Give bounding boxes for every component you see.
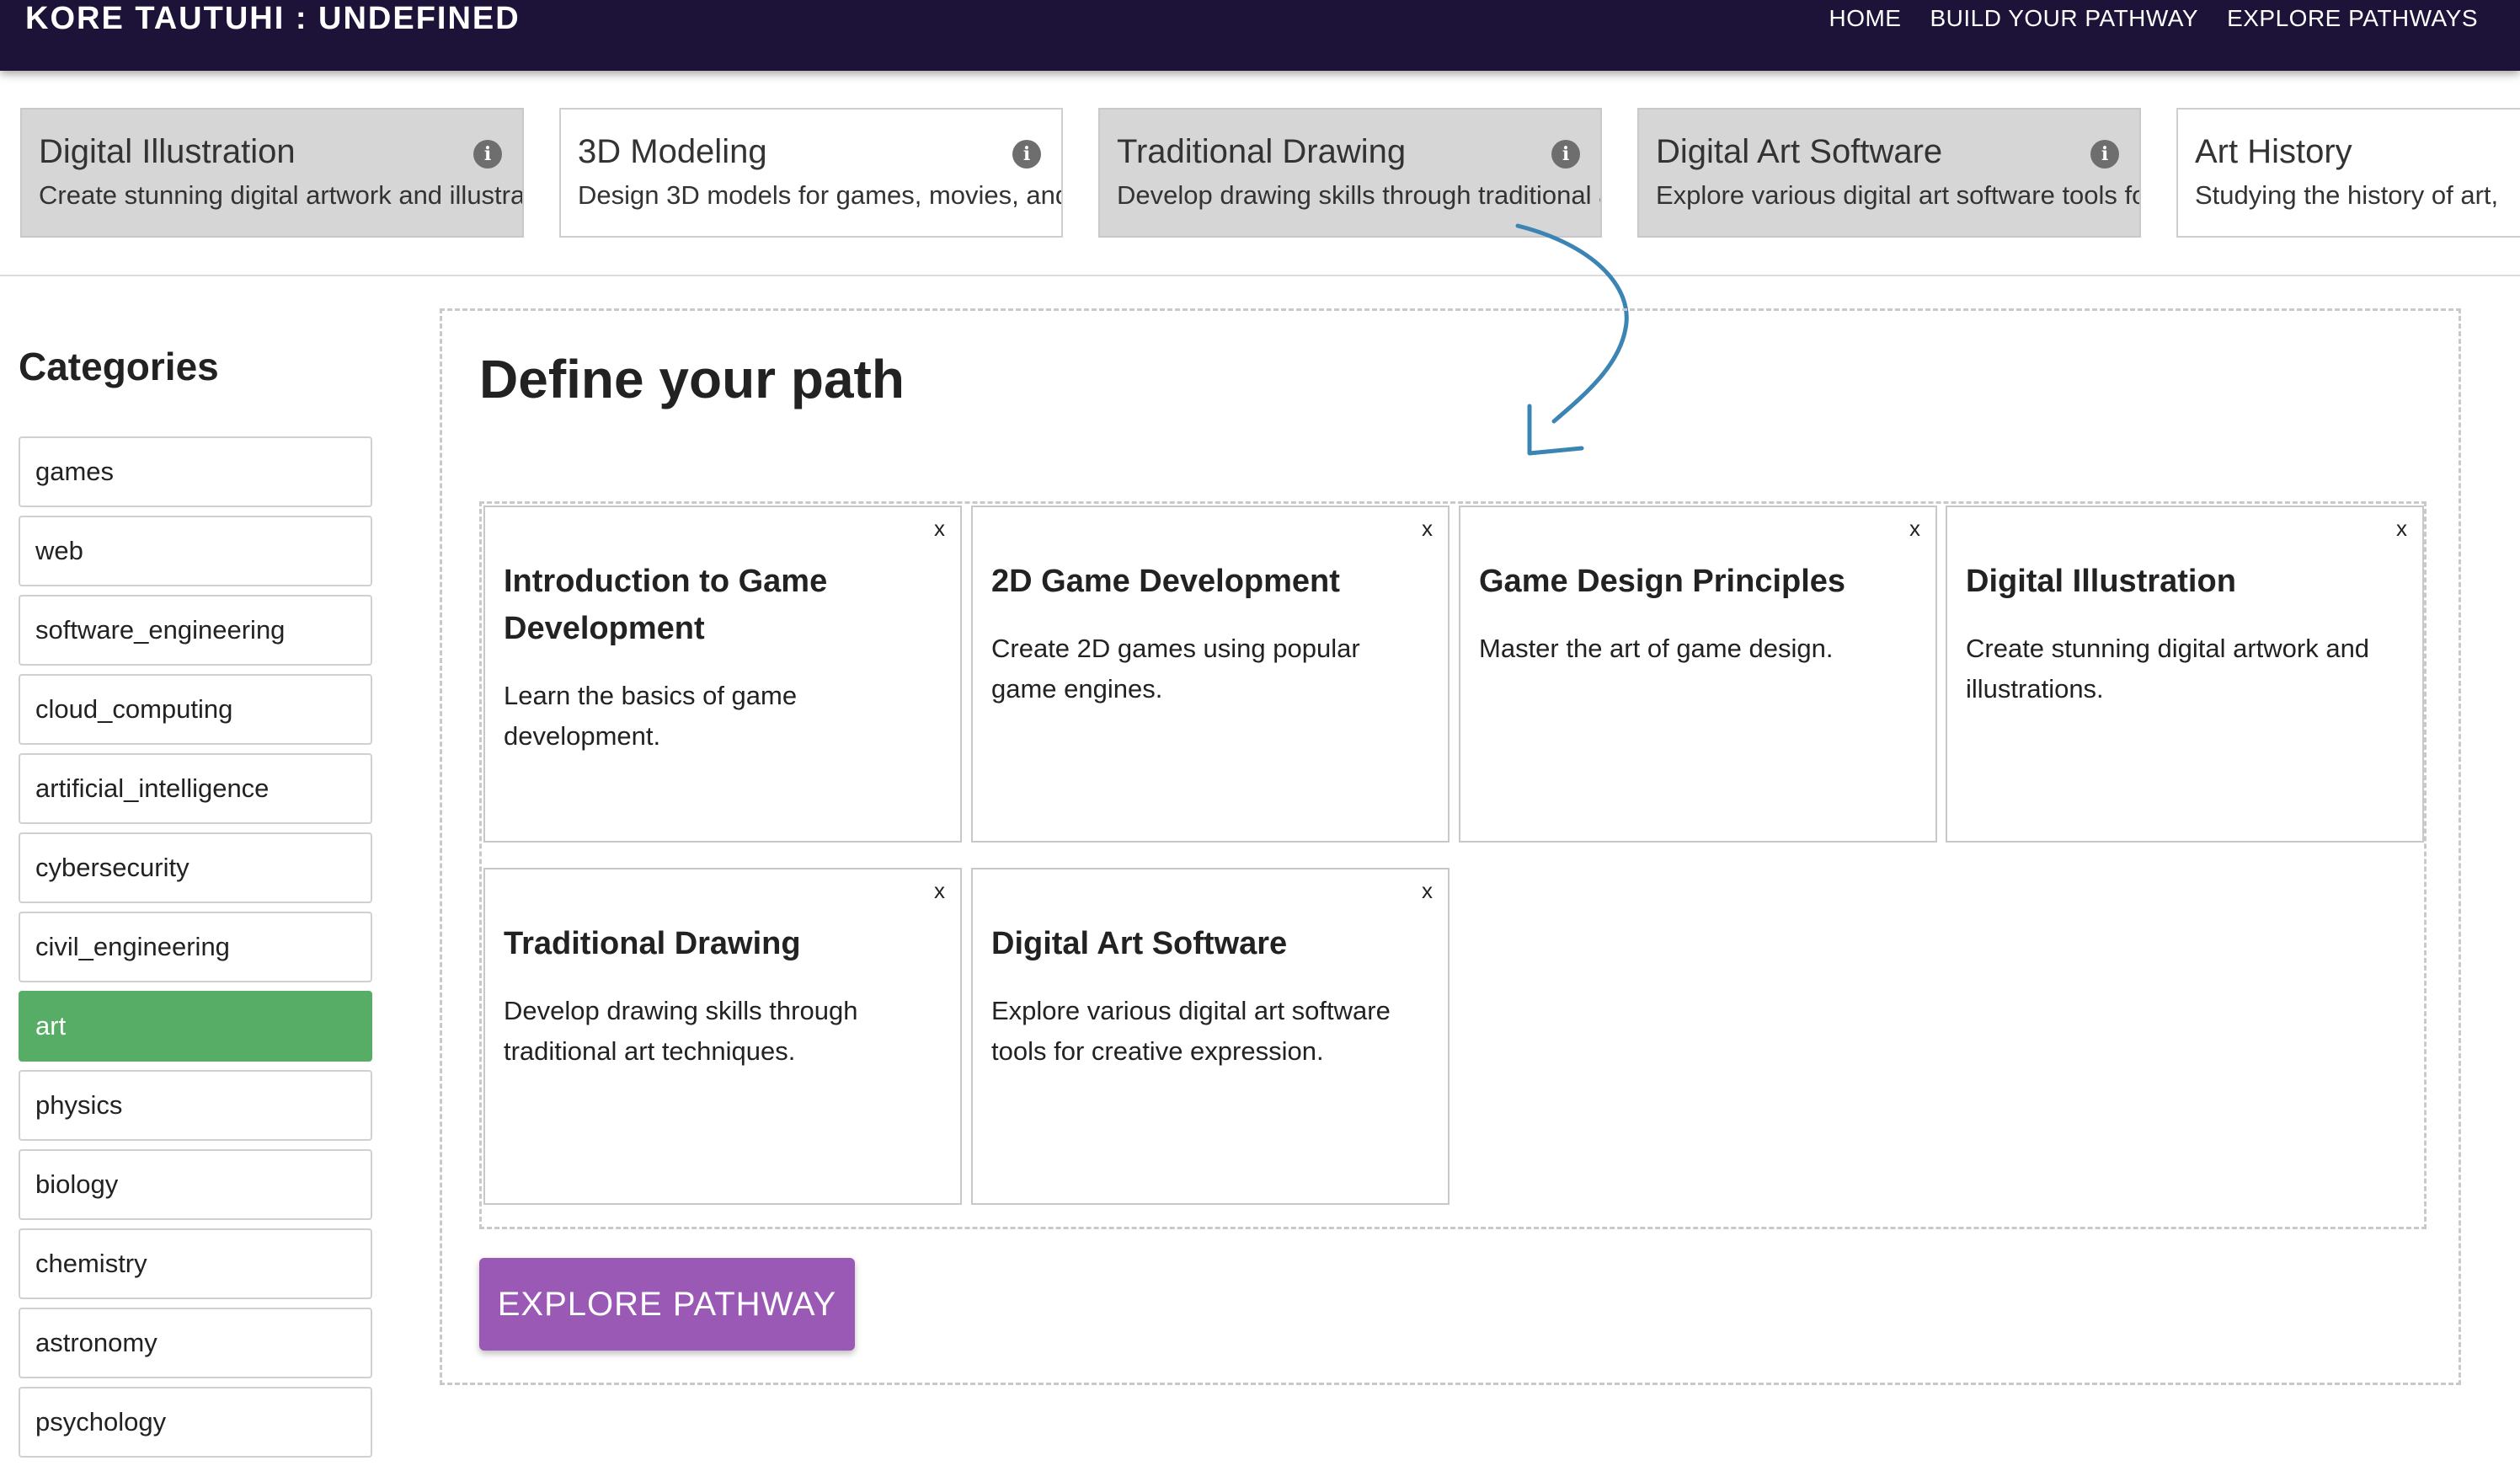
category-item-astronomy[interactable]: astronomy (19, 1308, 372, 1378)
define-path-panel: Define your path x Introduction to Game … (440, 308, 2461, 1385)
card-title: Traditional Drawing (504, 926, 801, 961)
nav-build-pathway-link[interactable]: BUILD YOUR PATHWAY (1930, 0, 2198, 37)
pathway-card[interactable]: x Game Design Principles Master the art … (1459, 506, 1937, 843)
top-navbar: KORE TAUTUHI : UNDEFINED HOME BUILD YOUR… (0, 0, 2520, 71)
remove-card-button[interactable]: x (1909, 516, 1920, 541)
card-title: Game Design Principles (1479, 564, 1846, 599)
card-title: Introduction to Game Development (504, 564, 828, 646)
card-description: Explore various digital art software too… (991, 996, 1391, 1066)
course-description: Develop drawing skills through tradition… (1117, 180, 1600, 210)
remove-card-button[interactable]: x (934, 878, 945, 903)
remove-card-button[interactable]: x (1422, 516, 1433, 541)
pathway-card[interactable]: x 2D Game Development Create 2D games us… (971, 506, 1450, 843)
course-description: Studying the history of art, (2195, 180, 2499, 210)
category-item-biology[interactable]: biology (19, 1149, 372, 1220)
card-description: Create stunning digital artwork and illu… (1966, 634, 2370, 704)
card-description: Master the art of game design. (1479, 634, 1834, 663)
course-card-art-history[interactable]: Art History Studying the history of art, (2176, 108, 2520, 238)
category-item-psychology[interactable]: psychology (19, 1387, 372, 1458)
category-item-cloud-computing[interactable]: cloud_computing (19, 674, 372, 745)
category-item-games[interactable]: games (19, 436, 372, 507)
page-title: Define your path (479, 349, 905, 409)
pathway-dropzone[interactable]: x Introduction to Game Development Learn… (479, 501, 2427, 1229)
course-title: 3D Modeling (578, 133, 767, 170)
info-icon[interactable]: i (1012, 140, 1041, 169)
category-item-chemistry[interactable]: chemistry (19, 1228, 372, 1299)
course-card-3d-modeling[interactable]: 3D Modeling Design 3D models for games, … (559, 108, 1063, 238)
nav-explore-pathways-link[interactable]: EXPLORE PATHWAYS (2227, 0, 2478, 37)
card-description: Learn the basics of game development. (504, 681, 798, 751)
course-title: Digital Illustration (39, 133, 296, 170)
remove-card-button[interactable]: x (934, 516, 945, 541)
course-title: Digital Art Software (1656, 133, 1943, 170)
card-description: Develop drawing skills through tradition… (504, 996, 858, 1066)
nav-home-link[interactable]: HOME (1829, 0, 1901, 37)
category-item-artificial-intelligence[interactable]: artificial_intelligence (19, 753, 372, 824)
category-item-physics[interactable]: physics (19, 1070, 372, 1141)
course-card-traditional-drawing[interactable]: Traditional Drawing Develop drawing skil… (1098, 108, 1602, 238)
category-item-civil-engineering[interactable]: civil_engineering (19, 912, 372, 982)
card-title: Digital Illustration (1966, 564, 2236, 599)
info-icon[interactable]: i (2090, 140, 2119, 169)
categories-heading: Categories (19, 345, 219, 388)
app-title: KORE TAUTUHI : UNDEFINED (25, 1, 521, 36)
course-card-digital-illustration[interactable]: Digital Illustration Create stunning dig… (20, 108, 524, 238)
category-item-art[interactable]: art (19, 991, 372, 1062)
pathway-card[interactable]: x Introduction to Game Development Learn… (483, 506, 962, 843)
remove-card-button[interactable]: x (2396, 516, 2407, 541)
course-carousel[interactable]: Digital Illustration Create stunning dig… (0, 71, 2520, 276)
category-list: games web software_engineering cloud_com… (19, 436, 372, 1466)
course-description: Design 3D models for games, movies, and … (578, 180, 1061, 210)
course-title: Traditional Drawing (1117, 133, 1407, 170)
category-item-cybersecurity[interactable]: cybersecurity (19, 832, 372, 903)
card-title: 2D Game Development (991, 564, 1340, 599)
course-card-digital-art-software[interactable]: Digital Art Software Explore various dig… (1637, 108, 2141, 238)
remove-card-button[interactable]: x (1422, 878, 1433, 903)
course-description: Explore various digital art software too… (1656, 180, 2139, 210)
info-icon[interactable]: i (1551, 140, 1580, 169)
explore-pathway-button[interactable]: EXPLORE PATHWAY (479, 1258, 855, 1351)
card-description: Create 2D games using popular game engin… (991, 634, 1360, 704)
pathway-card[interactable]: x Digital Illustration Create stunning d… (1946, 506, 2424, 843)
card-title: Digital Art Software (991, 926, 1288, 961)
category-item-web[interactable]: web (19, 516, 372, 586)
main-nav: HOME BUILD YOUR PATHWAY EXPLORE PATHWAYS (1829, 0, 2478, 37)
category-item-software-engineering[interactable]: software_engineering (19, 595, 372, 666)
course-description: Create stunning digital artwork and illu… (39, 180, 524, 210)
course-title: Art History (2195, 133, 2352, 170)
info-icon[interactable]: i (473, 140, 502, 169)
pathway-card[interactable]: x Traditional Drawing Develop drawing sk… (483, 868, 962, 1205)
pathway-card[interactable]: x Digital Art Software Explore various d… (971, 868, 1450, 1205)
